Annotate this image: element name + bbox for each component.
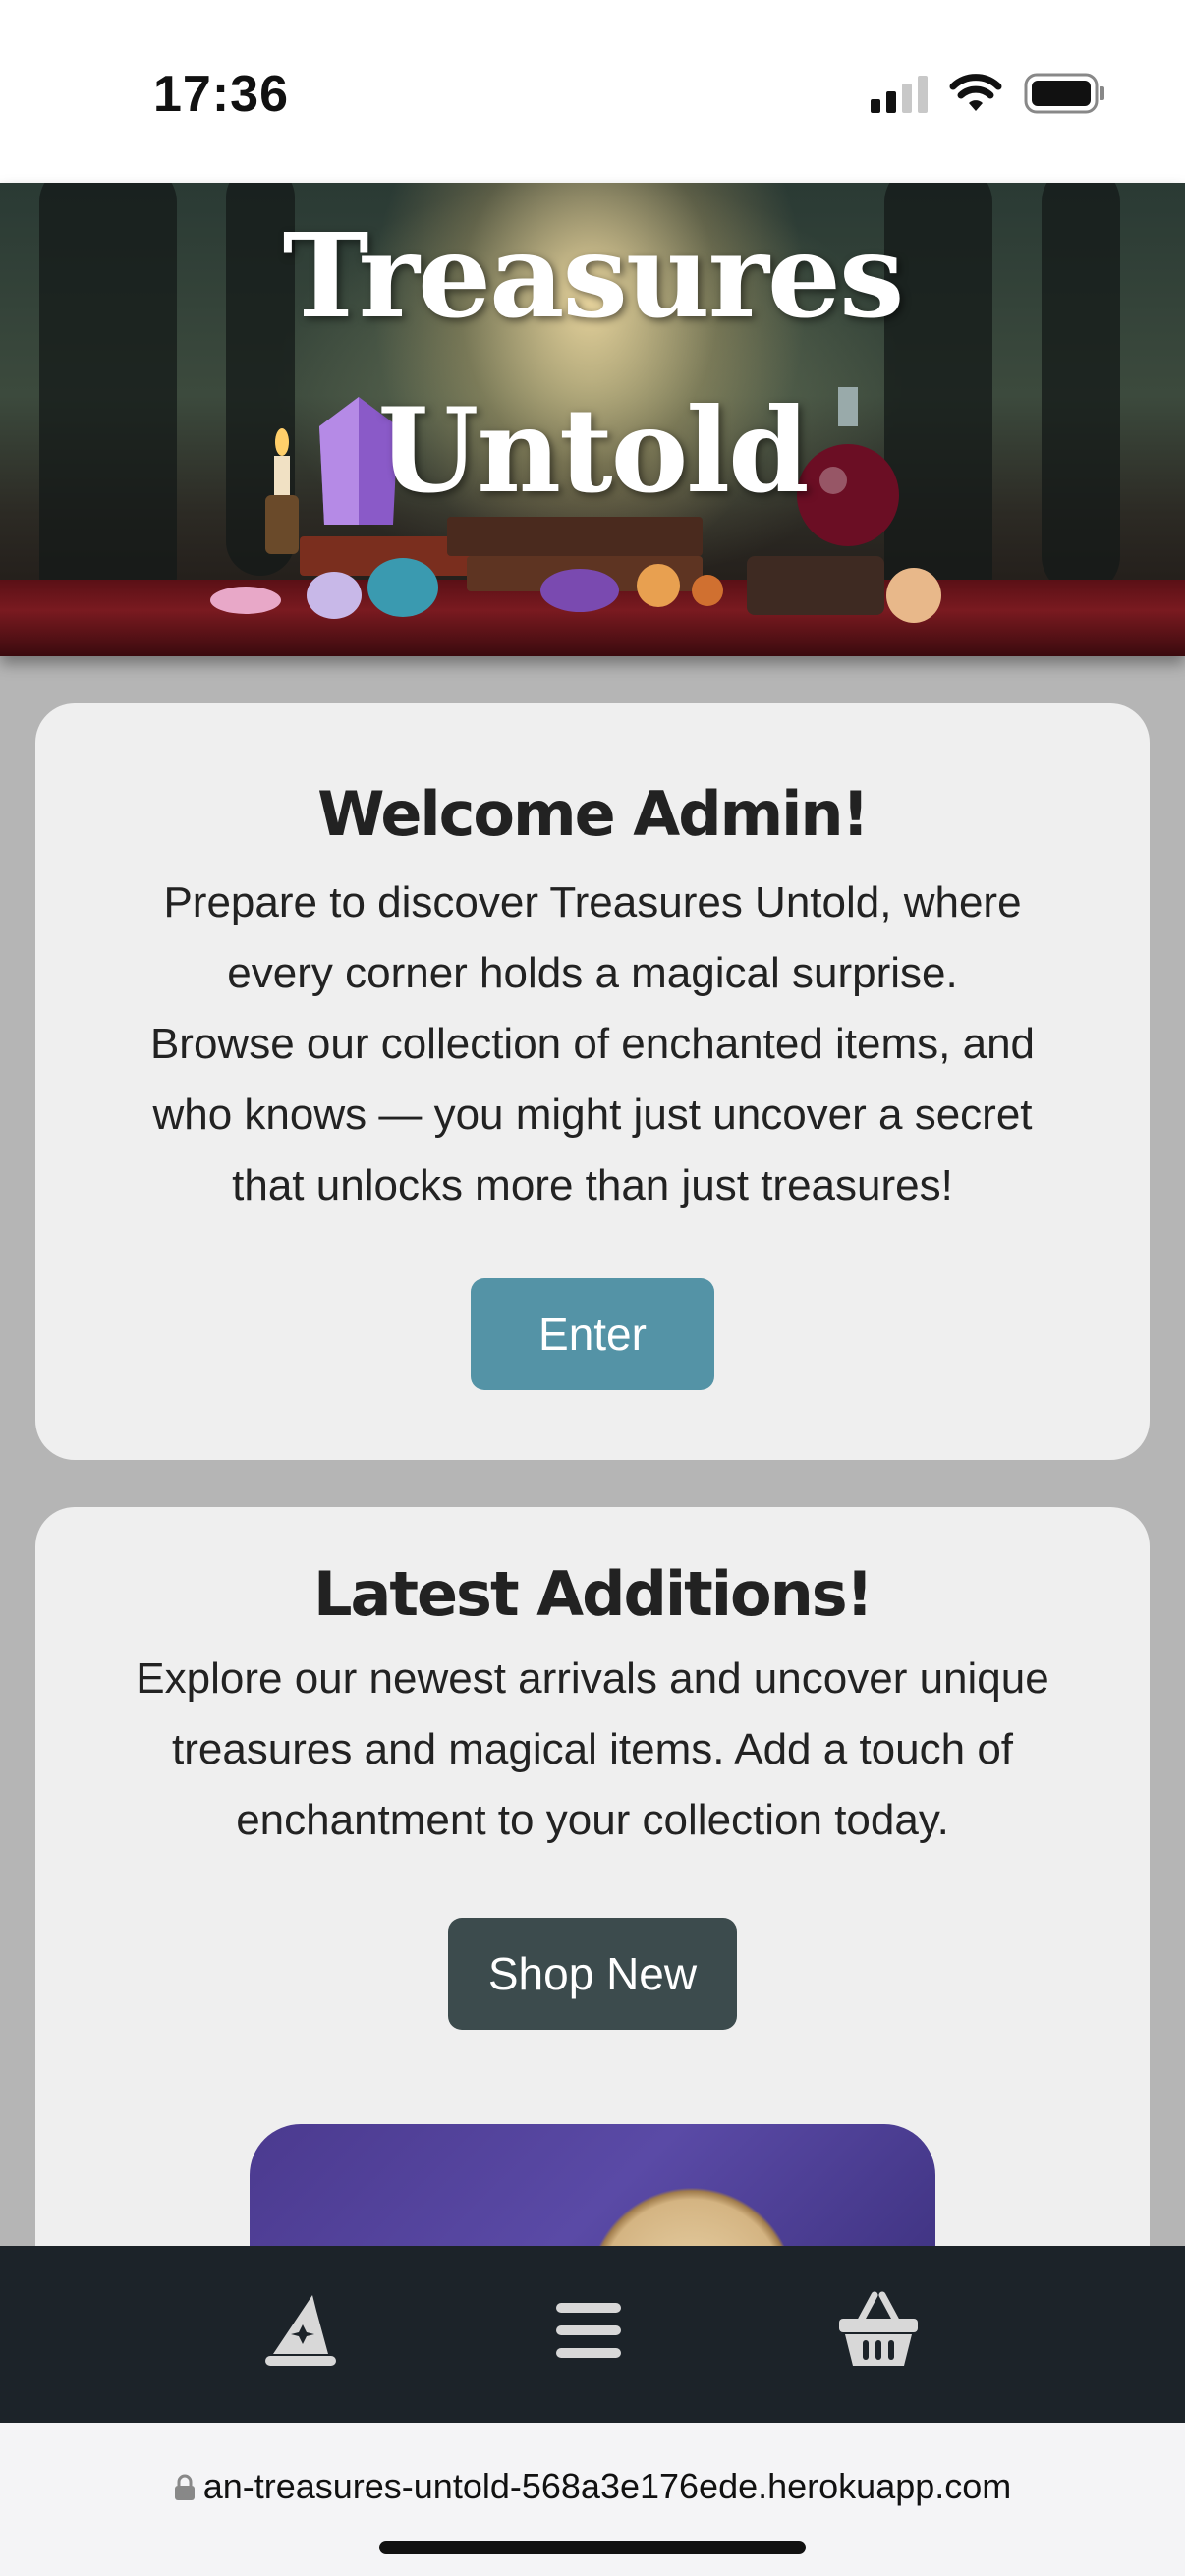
latest-text: Explore our newest arrivals and uncover … xyxy=(35,1644,1150,1856)
menu-icon[interactable] xyxy=(556,2301,621,2360)
welcome-line: Prepare to discover Treasures Untold, wh… xyxy=(163,878,1022,926)
welcome-line: who knows — you might just uncover a sec… xyxy=(152,1091,1033,1139)
gems-decoration xyxy=(210,556,941,623)
hero-title-line2: Untold xyxy=(377,382,809,519)
lock-icon xyxy=(174,2474,195,2500)
cellular-signal-icon xyxy=(871,74,928,113)
welcome-text: Prepare to discover Treasures Untold, wh… xyxy=(35,868,1150,1221)
welcome-line: every corner holds a magical surprise. xyxy=(227,949,958,997)
status-bar: 17:36 xyxy=(0,0,1185,183)
url-text: an-treasures-untold-568a3e176ede.herokua… xyxy=(202,2466,1012,2506)
url-display[interactable]: an-treasures-untold-568a3e176ede.herokua… xyxy=(0,2466,1185,2507)
welcome-card: Welcome Admin! Prepare to discover Treas… xyxy=(35,703,1150,1460)
status-icons xyxy=(871,73,1106,114)
wizard-hat-icon[interactable] xyxy=(263,2291,338,2370)
bottom-nav xyxy=(0,2246,1185,2423)
latest-additions-card: Latest Additions! Explore our newest arr… xyxy=(35,1507,1150,2301)
latest-line: Explore our newest arrivals and uncover … xyxy=(136,1654,1049,1703)
home-indicator xyxy=(379,2541,806,2554)
shop-new-button[interactable]: Shop New xyxy=(448,1918,737,2030)
latest-heading: Latest Additions! xyxy=(313,1558,874,1630)
latest-line: treasures and magical items. Add a touch… xyxy=(171,1725,1014,1773)
basket-icon[interactable] xyxy=(837,2291,920,2370)
welcome-line: Browse our collection of enchanted items… xyxy=(149,1020,1036,1068)
battery-icon xyxy=(1024,73,1104,114)
welcome-heading: Welcome Admin! xyxy=(317,778,870,850)
wifi-icon xyxy=(949,74,1002,111)
status-time: 17:36 xyxy=(153,66,289,123)
hero-banner: Treasures Untold xyxy=(0,183,1185,656)
welcome-line: that unlocks more than just treasures! xyxy=(232,1161,953,1209)
latest-line: enchantment to your collection today. xyxy=(236,1796,949,1844)
enter-button[interactable]: Enter xyxy=(471,1278,714,1390)
hero-title-line1: Treasures xyxy=(282,207,905,344)
